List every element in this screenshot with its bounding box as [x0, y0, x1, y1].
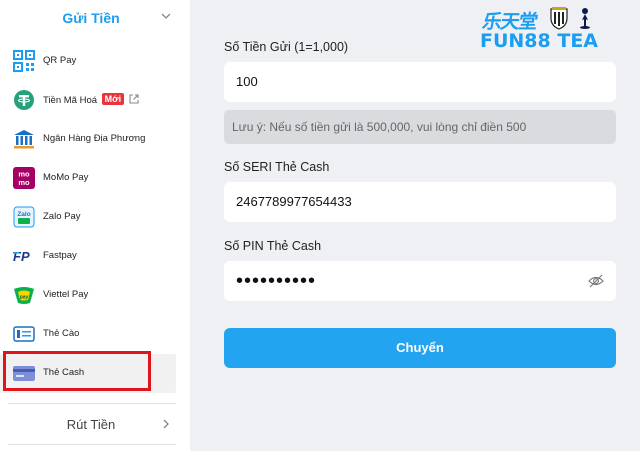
tottenham-crest-icon — [580, 8, 590, 29]
selected-method-highlight — [3, 351, 151, 391]
logo-brand-text: FUN88 TEA — [480, 30, 599, 52]
tether-icon — [14, 90, 34, 110]
sidebar-item-label: Ngân Hàng Địa Phương — [43, 133, 146, 144]
sidebar-item-zalo-pay[interactable]: Zalo Zalo Pay — [0, 198, 176, 237]
deposit-method-list: QR Pay Tiền Mã Hoá Mới Ngân Hàng Địa Phư… — [0, 42, 190, 393]
sidebar-item-local-bank[interactable]: Ngân Hàng Địa Phương — [0, 120, 176, 159]
scratch-card-icon — [13, 326, 35, 342]
svg-text:mo: mo — [18, 178, 30, 187]
momo-icon: mo mo — [13, 167, 35, 189]
new-badge: Mới — [101, 93, 125, 105]
withdraw-section-header[interactable]: Rút Tiền — [0, 404, 190, 444]
sidebar-item-label: Zalo Pay — [43, 211, 81, 222]
svg-text:Zalo: Zalo — [17, 211, 30, 218]
qr-code-icon — [13, 50, 35, 72]
fastpay-icon: FP — [13, 249, 30, 264]
zalopay-icon: Zalo — [13, 206, 35, 228]
amount-note: Lưu ý: Nếu số tiền gửi là 500,000, vui l… — [224, 110, 616, 144]
deposit-title: Gửi Tiền — [62, 10, 120, 26]
chevron-right-icon — [163, 419, 169, 429]
sidebar-item-label: Tiền Mã Hoá — [43, 95, 98, 106]
sidebar-item-label: Viettel Pay — [43, 289, 89, 300]
submit-button[interactable]: Chuyển — [224, 328, 616, 368]
divider — [8, 444, 176, 445]
sidebar-item-label: Thẻ Cào — [43, 328, 80, 339]
fun88-logo: 乐天堂 FUN88 TEA — [480, 6, 630, 54]
sidebar-item-momo[interactable]: mo mo MoMo Pay — [0, 159, 176, 198]
chevron-down-icon — [161, 13, 171, 19]
bank-icon — [14, 130, 34, 149]
sidebar-item-viettel-pay[interactable]: pay Viettel Pay — [0, 276, 176, 315]
pin-label: Số PIN Thẻ Cash — [224, 239, 322, 253]
eye-off-icon[interactable] — [588, 274, 604, 288]
newcastle-crest-icon — [550, 7, 568, 30]
serial-label: Số SERI Thẻ Cash — [224, 160, 330, 174]
viettelpay-icon: pay — [14, 287, 34, 304]
sidebar-item-label-wrap: Tiền Mã Hoá Mới — [43, 93, 125, 106]
serial-input[interactable]: 2467789977654433 — [224, 182, 616, 222]
sidebar-item-fastpay[interactable]: FP Fastpay — [0, 237, 176, 276]
amount-label: Số Tiền Gửi (1=1,000) — [224, 40, 349, 54]
amount-input[interactable]: 100 — [224, 62, 616, 102]
sidebar-item-label: Fastpay — [43, 250, 77, 261]
external-link-icon[interactable] — [128, 93, 140, 105]
deposit-form-panel: 乐天堂 FUN88 TEA Số Tiền Gửi (1=1,000) 100 … — [190, 0, 640, 451]
svg-text:FP: FP — [13, 249, 30, 264]
payment-sidebar: Gửi Tiền QR Pay Tiền Mã Hoá Mới Ngân Hàn… — [0, 0, 190, 451]
pin-masked-value: •••••••••• — [236, 270, 317, 292]
pin-input[interactable]: •••••••••• — [224, 261, 616, 301]
svg-text:pay: pay — [20, 295, 29, 301]
sidebar-item-label: MoMo Pay — [43, 172, 89, 183]
sidebar-item-scratch-card[interactable]: Thẻ Cào — [0, 315, 176, 354]
sidebar-item-qr-pay[interactable]: QR Pay — [0, 42, 176, 81]
sidebar-item-crypto[interactable]: Tiền Mã Hoá Mới — [0, 81, 176, 120]
sidebar-item-label: QR Pay — [43, 55, 77, 66]
deposit-section-header[interactable]: Gửi Tiền — [0, 0, 190, 34]
withdraw-title: Rút Tiền — [66, 417, 116, 432]
